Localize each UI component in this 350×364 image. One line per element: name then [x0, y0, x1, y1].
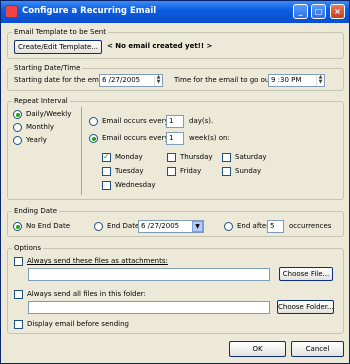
dialog-window: Configure a Recurring Email _ □ × Email …: [0, 0, 350, 364]
title-bar[interactable]: Configure a Recurring Email _ □ ×: [1, 1, 349, 23]
every-day-label: Email occurs every: [102, 117, 169, 125]
create-edit-template-button[interactable]: Create/Edit Template...: [14, 40, 102, 54]
start-time-value: 9 :30 PM: [271, 76, 302, 84]
ok-button[interactable]: OK: [229, 341, 286, 357]
checkbox-sunday[interactable]: [222, 167, 231, 176]
repeat-legend: Repeat Interval: [14, 97, 68, 105]
label-monday: Monday: [115, 153, 143, 161]
label-friday: Friday: [180, 167, 202, 175]
choose-folder-button[interactable]: Choose Folder...: [277, 300, 334, 314]
radio-every-day[interactable]: [89, 117, 98, 126]
start-time-spinner[interactable]: ▲ ▼: [316, 75, 324, 86]
every-week-label: Email occurs every: [102, 134, 169, 142]
attachments-path-input[interactable]: [28, 268, 270, 281]
checkbox-saturday[interactable]: [222, 153, 231, 162]
close-button[interactable]: ×: [330, 4, 345, 19]
every-week-input[interactable]: 1: [166, 132, 184, 145]
choose-file-button[interactable]: Choose File...: [279, 267, 333, 281]
app-icon: [5, 5, 18, 18]
label-wednesday: Wednesday: [115, 181, 156, 189]
label-daily-weekly: Daily/Weekly: [26, 110, 72, 118]
template-status: < No email created yet!! >: [107, 42, 213, 50]
radio-every-week[interactable]: [89, 134, 98, 143]
checkbox-monday[interactable]: [102, 152, 111, 162]
start-date-value: 6 /27/2005: [102, 76, 141, 84]
radio-end-after[interactable]: [224, 222, 233, 231]
spin-down-icon[interactable]: ▼: [155, 80, 162, 85]
label-monthly: Monthly: [26, 123, 55, 131]
spin-down-icon[interactable]: ▼: [317, 80, 324, 85]
start-date-input[interactable]: 6 /27/2005 ▲ ▼: [99, 74, 163, 87]
start-date-spinner[interactable]: ▲ ▼: [154, 75, 162, 86]
end-after-input[interactable]: 5: [267, 220, 284, 233]
label-saturday: Saturday: [235, 153, 267, 161]
minimize-button[interactable]: _: [293, 4, 308, 19]
radio-yearly[interactable]: [13, 136, 22, 145]
days-suffix: day(s).: [189, 117, 214, 125]
checkbox-folder[interactable]: [14, 290, 23, 299]
chevron-down-icon[interactable]: ▼: [192, 221, 203, 232]
label-sunday: Sunday: [235, 167, 262, 175]
end-date-input[interactable]: 6 /27/2005 ▼: [138, 220, 204, 233]
radio-daily-weekly[interactable]: [13, 110, 22, 119]
checkbox-attachments[interactable]: [14, 257, 23, 266]
window-title: Configure a Recurring Email: [22, 6, 157, 16]
end-date-value: 6 /27/2005: [141, 222, 180, 230]
label-tuesday: Tuesday: [115, 167, 144, 175]
repeat-divider: [81, 107, 82, 195]
maximize-button[interactable]: □: [311, 4, 326, 19]
template-legend: Email Template to be Sent: [14, 28, 106, 36]
label-end-after: End after: [237, 222, 270, 230]
checkbox-thursday[interactable]: [167, 153, 176, 162]
label-end-date: End Date:: [107, 222, 142, 230]
label-no-end-date: No End Date: [26, 222, 71, 230]
checkbox-wednesday[interactable]: [102, 181, 111, 190]
radio-no-end-date[interactable]: [13, 222, 22, 231]
label-folder: Always send all files in this folder:: [27, 290, 146, 298]
radio-monthly[interactable]: [13, 123, 22, 132]
every-day-input[interactable]: 1: [166, 115, 184, 128]
checkbox-friday[interactable]: [167, 167, 176, 176]
label-attachments: Always send these files as attachments:: [27, 257, 168, 265]
start-time-input[interactable]: 9 :30 PM ▲ ▼: [268, 74, 325, 87]
start-date-legend: Starting Date/Time: [14, 64, 81, 72]
options-legend: Options: [14, 244, 42, 252]
checkbox-display-email[interactable]: [14, 320, 23, 329]
label-thursday: Thursday: [180, 153, 213, 161]
ending-legend: Ending Date: [14, 207, 58, 215]
start-time-label: Time for the email to go out:: [174, 76, 275, 84]
label-attachments-text: Always send these files as attachments:: [27, 257, 168, 265]
label-yearly: Yearly: [26, 136, 47, 144]
cancel-button[interactable]: Cancel: [291, 341, 344, 357]
folder-path-input[interactable]: [28, 301, 270, 314]
checkbox-tuesday[interactable]: [102, 167, 111, 176]
radio-end-date[interactable]: [94, 222, 103, 231]
label-display-email: Display email before sending: [27, 320, 129, 328]
label-occurrences: occurrences: [289, 222, 332, 230]
start-date-label: Starting date for the email:: [14, 76, 110, 84]
weeks-suffix: week(s) on:: [189, 134, 230, 142]
